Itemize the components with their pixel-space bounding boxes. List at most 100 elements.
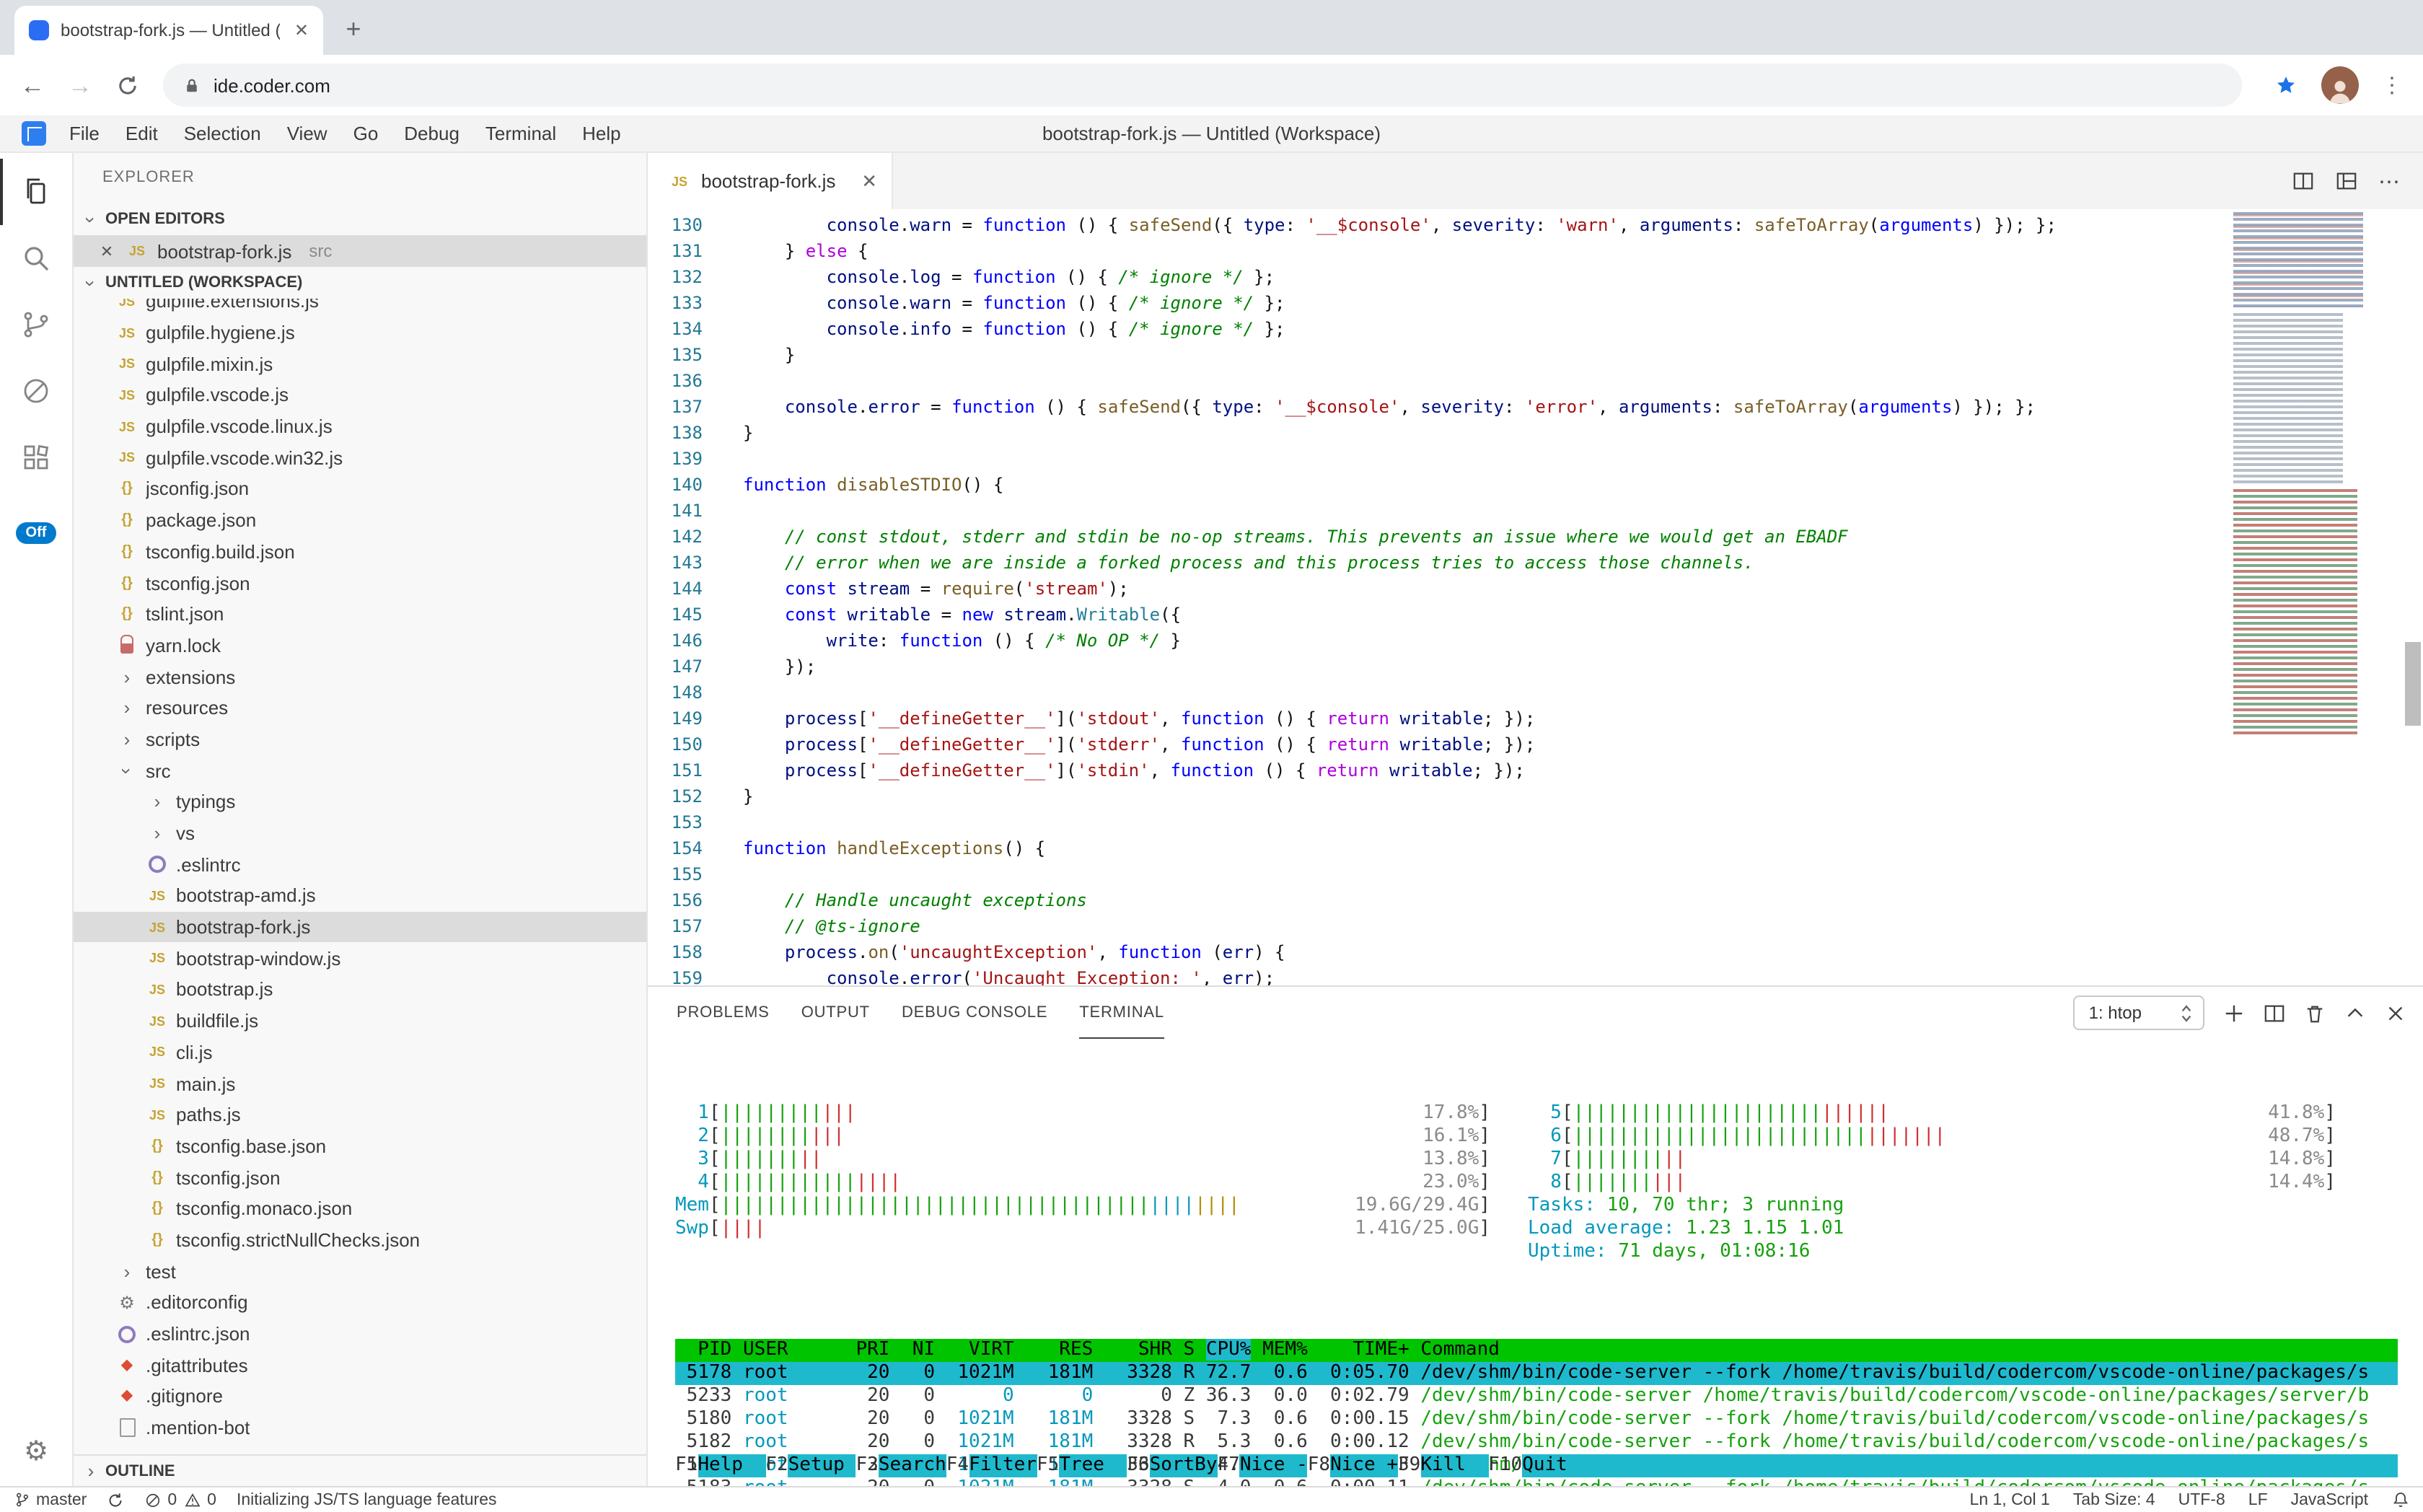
tree-item-gulpfile.hygiene.js[interactable]: JSgulpfile.hygiene.js [74,317,646,348]
fkey-F4[interactable]: F4 [946,1454,969,1477]
tree-item-gulpfile.vscode.js[interactable]: JSgulpfile.vscode.js [74,379,646,410]
avatar[interactable] [2321,66,2358,104]
terminal-select[interactable]: 1: htop [2073,995,2204,1030]
tree-item-vs[interactable]: ›vs [74,817,646,848]
tree-item-.gitattributes[interactable]: ◆.gitattributes [74,1350,646,1381]
tree-item-bootstrap-fork.js[interactable]: JSbootstrap-fork.js [74,912,646,943]
tree-item-scripts[interactable]: ›scripts [74,724,646,755]
workspace-header[interactable]: › UNTITLED (WORKSPACE) [74,267,646,299]
kill-terminal-icon[interactable] [2303,1002,2325,1024]
menu-item-debug[interactable]: Debug [391,115,472,152]
tree-item-gulpfile.vscode.win32.js[interactable]: JSgulpfile.vscode.win32.js [74,442,646,473]
tree-item-yarn.lock[interactable]: yarn.lock [74,630,646,661]
tab-close-icon[interactable]: ✕ [861,170,877,193]
tree-item-.gitignore[interactable]: ◆.gitignore [74,1381,646,1412]
tree-item-.eslintrc[interactable]: .eslintrc [74,849,646,880]
editor-layout-icon[interactable] [2335,170,2357,192]
encoding[interactable]: UTF-8 [2178,1491,2225,1508]
fkey-F3[interactable]: F3 [856,1454,879,1477]
fkey-F1[interactable]: F1 [675,1454,698,1477]
process-row-5178[interactable]: 5178 root 20 0 1021M 181M 3328 R 72.7 0.… [675,1362,2397,1385]
fkey-F8[interactable]: F8 [1308,1454,1330,1477]
tree-item-extensions[interactable]: ›extensions [74,662,646,693]
tree-item-tsconfig.monaco.json[interactable]: {}tsconfig.monaco.json [74,1193,646,1224]
fkey-label-F5[interactable]: Tree [1059,1454,1127,1477]
branch-indicator[interactable]: master [14,1490,87,1509]
problems-indicator[interactable]: 0 0 [144,1491,216,1508]
editor-scrollbar-thumb[interactable] [2404,642,2420,726]
tree-item-gulpfile.vscode.linux.js[interactable]: JSgulpfile.vscode.linux.js [74,411,646,442]
tree-item-src[interactable]: ›src [74,755,646,786]
reload-icon[interactable] [115,73,140,97]
process-row-5233[interactable]: 5233 root 20 0 0 0 0 Z 36.3 0.0 0:02.79 … [675,1385,2397,1408]
tree-item-gulpfile.extensions.js[interactable]: JSgulpfile.extensions.js [74,299,646,317]
tree-item-.eslintrc.json[interactable]: .eslintrc.json [74,1318,646,1349]
explorer-icon[interactable] [0,159,73,225]
fkey-label-F10[interactable]: Quit [1522,1454,1590,1477]
tree-item-.mention-bot[interactable]: .mention-bot [74,1412,646,1443]
bell-icon[interactable] [2391,1490,2409,1509]
browser-menu-icon[interactable]: ⋮ [2381,72,2403,98]
extensions-icon[interactable] [0,424,73,491]
gear-icon[interactable]: ⚙ [24,1436,48,1469]
menu-item-help[interactable]: Help [569,115,634,152]
source-control-icon[interactable] [0,291,73,358]
tree-item-paths.js[interactable]: JSpaths.js [74,1099,646,1130]
tree-item-tsconfig.build.json[interactable]: {}tsconfig.build.json [74,536,646,567]
bookmark-star-icon[interactable] [2273,73,2297,97]
tree-item-package.json[interactable]: {}package.json [74,505,646,536]
process-row-5183[interactable]: 5183 root 20 0 1021M 181M 3328 S 4.0 0.6… [675,1477,2397,1486]
circle-slash-icon[interactable] [0,358,73,424]
tree-item-tsconfig.strictNullChecks.json[interactable]: {}tsconfig.strictNullChecks.json [74,1224,646,1255]
fkey-label-F2[interactable]: Setup [788,1454,856,1477]
browser-tab[interactable]: bootstrap-fork.js — Untitled (W ✕ [14,6,323,55]
fkey-label-F3[interactable]: Search [879,1454,946,1477]
fkey-F10[interactable]: F10 [1488,1454,1522,1477]
new-terminal-icon[interactable] [2222,1002,2244,1024]
open-editor-item[interactable]: ✕JSbootstrap-fork.jssrc [74,235,646,267]
tree-item-resources[interactable]: ›resources [74,693,646,724]
tree-item-tsconfig.json[interactable]: {}tsconfig.json [74,567,646,598]
fkey-label-F9[interactable]: Kill [1420,1454,1488,1477]
more-actions-icon[interactable]: ⋯ [2378,168,2400,194]
tree-item-bootstrap.js[interactable]: JSbootstrap.js [74,974,646,1005]
tree-item-main.js[interactable]: JSmain.js [74,1068,646,1099]
off-badge[interactable]: Off [16,522,57,544]
maximize-panel-icon[interactable] [2344,1002,2365,1024]
tree-item-.editorconfig[interactable]: ⚙.editorconfig [74,1287,646,1318]
language-mode[interactable]: JavaScript [2291,1491,2368,1508]
menu-item-file[interactable]: File [56,115,113,152]
minimap[interactable] [2227,209,2400,985]
split-editor-icon[interactable] [2292,170,2313,192]
menu-item-selection[interactable]: Selection [171,115,274,152]
panel-tab-debug-console[interactable]: DEBUG CONSOLE [902,987,1047,1039]
fkey-label-F8[interactable]: Nice + [1330,1454,1398,1477]
tab-close-icon[interactable]: ✕ [291,20,312,40]
split-terminal-icon[interactable] [2263,1002,2285,1024]
menu-item-terminal[interactable]: Terminal [472,115,569,152]
fkey-F6[interactable]: F6 [1127,1454,1149,1477]
panel-tab-output[interactable]: OUTPUT [801,987,870,1039]
tree-item-buildfile.js[interactable]: JSbuildfile.js [74,1006,646,1037]
tab-size[interactable]: Tab Size: 4 [2073,1491,2155,1508]
tree-item-tsconfig.json[interactable]: {}tsconfig.json [74,1162,646,1193]
editor-scrollbar[interactable] [2401,209,2423,985]
menu-item-view[interactable]: View [274,115,340,152]
tree-item-typings[interactable]: ›typings [74,786,646,817]
back-icon[interactable]: ← [20,73,45,97]
forward-icon[interactable]: → [68,73,92,97]
tree-item-bootstrap-window.js[interactable]: JSbootstrap-window.js [74,943,646,974]
search-icon[interactable] [0,225,73,291]
tree-item-tslint.json[interactable]: {}tslint.json [74,599,646,630]
close-panel-icon[interactable] [2384,1002,2406,1024]
tree-item-jsconfig.json[interactable]: {}jsconfig.json [74,473,646,504]
tree-item-cli.js[interactable]: JScli.js [74,1037,646,1068]
terminal[interactable]: 1[||||||||||||17.8%] 5[|||||||||||||||||… [648,1039,2423,1486]
tree-item-tsconfig.base.json[interactable]: {}tsconfig.base.json [74,1130,646,1161]
fkey-F5[interactable]: F5 [1037,1454,1059,1477]
cursor-position[interactable]: Ln 1, Col 1 [1970,1491,2050,1508]
tree-item-test[interactable]: ›test [74,1256,646,1287]
process-row-5180[interactable]: 5180 root 20 0 1021M 181M 3328 S 7.3 0.6… [675,1408,2397,1431]
fkey-F2[interactable]: F2 [765,1454,788,1477]
fkey-label-F1[interactable]: Help [698,1454,765,1477]
